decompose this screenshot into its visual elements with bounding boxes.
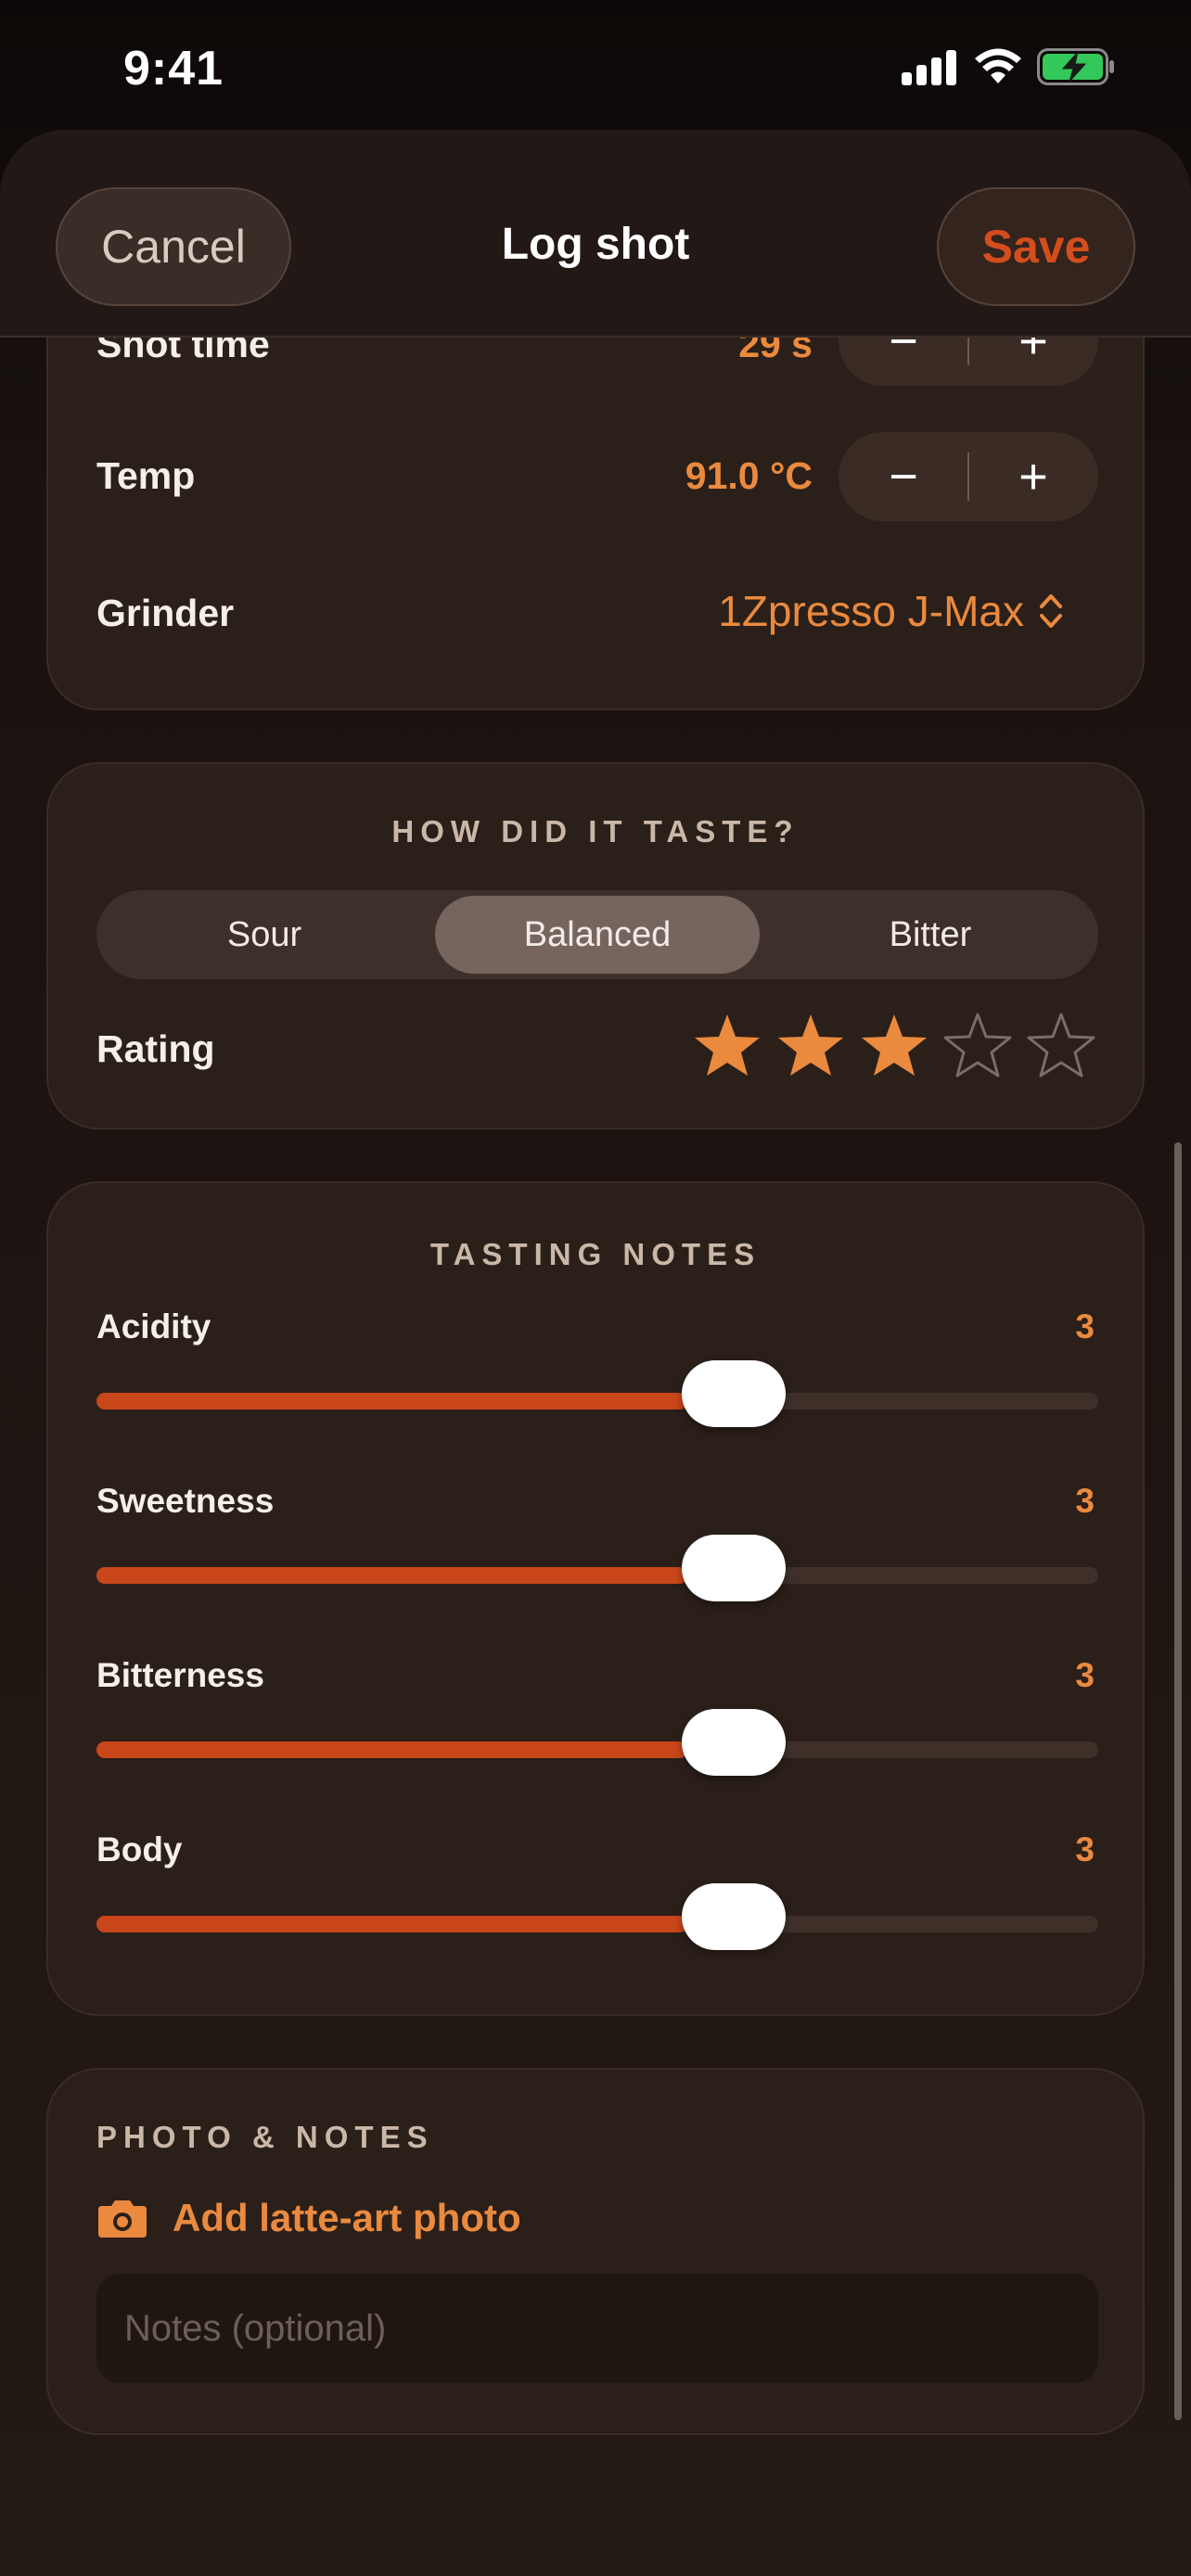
segment-sour[interactable]: Sour	[102, 896, 427, 974]
temp-value: 91.0 °C	[685, 454, 813, 497]
cellular-signal-icon	[902, 48, 959, 85]
status-time: 9:41	[123, 42, 224, 96]
chevron-up-down-icon	[1040, 594, 1062, 628]
star-icon[interactable]	[859, 1011, 929, 1081]
temp-label: Temp	[96, 454, 196, 497]
slider-label: Sweetness	[96, 1482, 275, 1520]
grinder-label: Grinder	[96, 592, 235, 634]
slider-value: 3	[1075, 1482, 1095, 1520]
slider-thumb[interactable]	[682, 1709, 786, 1776]
photo-notes-card: PHOTO & NOTES Add latte-art photo	[46, 2068, 1145, 2435]
slider-label: Acidity	[96, 1307, 211, 1345]
slider-value: 3	[1075, 1307, 1095, 1345]
slider-fill	[96, 1916, 687, 1932]
battery-charging-icon	[1037, 48, 1114, 85]
segment-balanced[interactable]: Balanced	[435, 896, 760, 974]
wifi-icon	[975, 48, 1021, 83]
tasting-notes-title: TASTING NOTES	[429, 1237, 762, 1271]
save-button[interactable]: Save	[937, 187, 1135, 306]
star-icon[interactable]	[1026, 1011, 1096, 1081]
slider-track[interactable]	[96, 1360, 1098, 1427]
star-icon[interactable]	[942, 1011, 1013, 1081]
taste-section-title: HOW DID IT TASTE?	[391, 814, 800, 848]
star-icon[interactable]	[775, 1011, 846, 1081]
slider-label: Body	[96, 1830, 183, 1868]
segment-bitter[interactable]: Bitter	[768, 896, 1093, 974]
slider-track[interactable]	[96, 1709, 1098, 1776]
taste-segmented-control: Sour Balanced Bitter	[96, 890, 1098, 979]
status-bar: 9:41	[0, 0, 1191, 130]
slider-fill	[96, 1741, 687, 1758]
taste-card: HOW DID IT TASTE? Sour Balanced Bitter R…	[46, 762, 1145, 1129]
slider-label: Bitterness	[96, 1656, 264, 1694]
slider-track[interactable]	[96, 1883, 1098, 1950]
temp-stepper: − +	[839, 432, 1098, 521]
scrollbar[interactable]	[1174, 1142, 1182, 2420]
camera-icon	[98, 2200, 147, 2238]
grinder-value: 1Zpresso J-Max	[718, 587, 1024, 635]
slider-track[interactable]	[96, 1535, 1098, 1601]
grinder-picker[interactable]: 1Zpresso J-Max	[718, 586, 1065, 636]
scroll-content[interactable]: Shot time 29 s − + Temp 91.0 °C − + Grin…	[0, 0, 1191, 2576]
slider-thumb[interactable]	[682, 1883, 786, 1950]
photo-notes-title: PHOTO & NOTES	[96, 2120, 434, 2154]
slider-fill	[96, 1567, 687, 1584]
add-photo-label: Add latte-art photo	[173, 2196, 521, 2239]
add-photo-button[interactable]: Add latte-art photo	[96, 2190, 521, 2246]
slider-value: 3	[1075, 1656, 1095, 1694]
slider-thumb[interactable]	[682, 1535, 786, 1601]
tasting-notes-card: TASTING NOTES Acidity 3 Sweetness 3 Bitterne…	[46, 1181, 1145, 2016]
nav-header: Cancel Log shot Save	[0, 130, 1191, 338]
star-icon[interactable]	[692, 1011, 762, 1081]
rating-stars	[48, 1011, 1143, 1085]
slider-fill	[96, 1393, 687, 1409]
notes-field[interactable]	[96, 2274, 1098, 2383]
slider-value: 3	[1075, 1830, 1095, 1868]
temp-decrement-button[interactable]: −	[839, 432, 968, 521]
slider-thumb[interactable]	[682, 1360, 786, 1427]
temp-increment-button[interactable]: +	[968, 432, 1098, 521]
